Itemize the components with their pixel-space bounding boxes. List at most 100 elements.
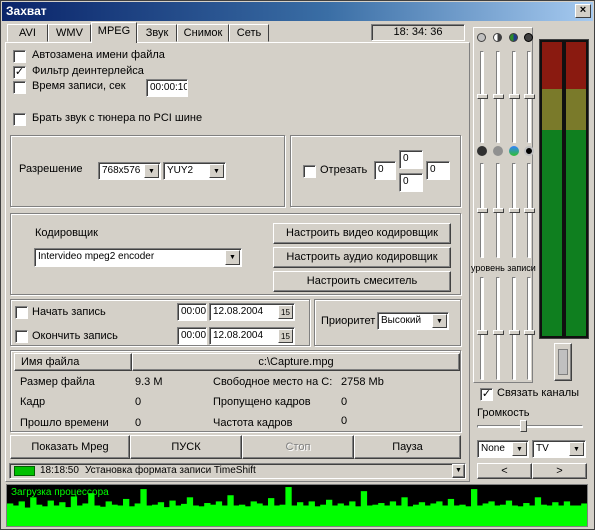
tab-wmv[interactable]: WMV [48, 24, 91, 42]
deinterlace-checkbox[interactable]: ✓ [13, 66, 26, 79]
cpu-load-bar [500, 504, 507, 526]
cpu-load-bar [273, 505, 281, 526]
cpu-load-bar [546, 505, 553, 526]
configure-mixer-button[interactable]: Настроить смеситель [273, 271, 451, 292]
record-level-slider-3[interactable] [512, 277, 516, 380]
calendar-icon[interactable]: 15 [278, 305, 293, 319]
end-record-checkbox[interactable] [15, 330, 28, 343]
calendar-icon[interactable]: 15 [278, 329, 293, 343]
cpu-load-bar [529, 505, 536, 526]
elapsed-time-label: Прошло времени [20, 417, 109, 429]
tab-avi[interactable]: AVI [7, 24, 48, 42]
resolution-size-select[interactable]: 768x576 ▼ [98, 162, 161, 180]
chevron-down-icon[interactable]: ▼ [225, 250, 240, 265]
resolution-format-value: YUY2 [167, 165, 194, 176]
end-time-input[interactable]: 00:00 [177, 327, 207, 345]
tab-mpeg[interactable]: MPEG [91, 22, 137, 43]
left-channel-meter [542, 42, 562, 336]
record-level-slider-3-thumb[interactable] [509, 330, 520, 335]
record-level-slider-1[interactable] [480, 277, 484, 380]
crop-left-input[interactable]: 0 [374, 161, 396, 180]
priority-select[interactable]: Высокий ▼ [377, 312, 449, 330]
prev-button[interactable]: < [477, 463, 532, 479]
tab-network[interactable]: Сеть [229, 24, 269, 42]
chevron-down-icon[interactable]: ▼ [569, 442, 584, 456]
cpu-load-bar [65, 507, 72, 526]
record-time-input[interactable]: 00:00:10 [146, 79, 188, 97]
auto-rename-checkbox[interactable] [13, 50, 26, 63]
record-level-slider-1-thumb[interactable] [477, 330, 488, 335]
crop-checkbox[interactable] [303, 165, 316, 178]
start-time-input[interactable]: 00:00 [177, 303, 207, 321]
crop-bottom-input[interactable]: 0 [399, 173, 423, 192]
tab-snapshot[interactable]: Снимок [177, 24, 229, 42]
chevron-down-icon[interactable]: ▼ [452, 464, 465, 478]
chevron-down-icon[interactable]: ▼ [432, 314, 447, 328]
cpu-load-bar [227, 495, 234, 526]
cpu-load-bar [360, 491, 368, 526]
balance-slider-thumb[interactable] [509, 208, 520, 213]
priority-label: Приоритет [321, 315, 376, 327]
configure-video-encoder-button[interactable]: Настроить видео кодировщик [273, 223, 451, 244]
brightness-icon [477, 33, 486, 42]
show-mpeg-button[interactable]: Показать Mpeg [10, 435, 130, 459]
hue-slider-thumb[interactable] [524, 94, 535, 99]
file-size-label: Размер файла [20, 376, 95, 388]
cpu-load-bar [47, 500, 54, 526]
record-level-slider-4-thumb[interactable] [524, 330, 535, 335]
close-icon[interactable]: × [575, 4, 591, 18]
volume-slider[interactable] [477, 425, 583, 428]
meter-slider-thumb[interactable] [554, 343, 572, 381]
pci-audio-checkbox[interactable] [13, 113, 26, 126]
cpu-load-bar [372, 504, 379, 526]
filename-value[interactable]: c:\Capture.mpg [132, 353, 460, 371]
resolution-format-select[interactable]: YUY2 ▼ [163, 162, 226, 180]
bass-slider-thumb[interactable] [477, 208, 488, 213]
chevron-down-icon[interactable]: ▼ [144, 164, 159, 178]
stop-button[interactable]: Стоп [242, 435, 354, 459]
cpu-load-bar [488, 501, 495, 526]
contrast-slider-thumb[interactable] [493, 94, 504, 99]
record-level-slider-2[interactable] [496, 277, 500, 380]
cpu-load-bar [308, 501, 315, 526]
tab-sound[interactable]: Звук [137, 24, 177, 42]
crop-right-input[interactable]: 0 [426, 161, 450, 180]
cpu-load-bar [233, 505, 240, 526]
cpu-load-bar [157, 502, 165, 526]
start-button[interactable]: ПУСК [130, 435, 242, 459]
start-date-input[interactable]: 12.08.2004 15 [209, 303, 295, 321]
chevron-down-icon[interactable]: ▼ [512, 442, 527, 456]
link-channels-checkbox[interactable]: ✓ [480, 388, 493, 401]
record-time-checkbox[interactable] [13, 81, 26, 94]
cpu-load-bar [111, 504, 118, 526]
start-record-checkbox[interactable] [15, 306, 28, 319]
cpu-load-bar [326, 499, 333, 526]
next-button[interactable]: > [532, 463, 587, 479]
source-value: TV [536, 443, 549, 454]
record-level-slider-4[interactable] [527, 277, 531, 380]
source-select[interactable]: TV ▼ [532, 440, 586, 458]
saturation-slider-thumb[interactable] [509, 94, 520, 99]
gain-slider-thumb[interactable] [524, 208, 535, 213]
chevron-down-icon[interactable]: ▼ [209, 164, 224, 178]
cpu-load-bar [204, 503, 211, 526]
chevron-left-icon: < [501, 465, 508, 477]
brightness-slider-thumb[interactable] [477, 94, 488, 99]
record-level-slider-2-thumb[interactable] [493, 330, 504, 335]
encoder-select[interactable]: Intervideo mpeg2 encoder ▼ [34, 248, 242, 267]
channel-mode-select[interactable]: None ▼ [477, 440, 529, 458]
cpu-load-bar [430, 503, 437, 526]
treble-slider-thumb[interactable] [493, 208, 504, 213]
chevron-right-icon: > [556, 465, 563, 477]
cpu-load-bar [401, 497, 408, 526]
end-date-input[interactable]: 12.08.2004 15 [209, 327, 295, 345]
cpu-load-bar [320, 504, 327, 526]
pause-button[interactable]: Пауза [354, 435, 461, 459]
configure-audio-encoder-button[interactable]: Настроить аудио кодировщик [273, 247, 451, 268]
bass-icon [477, 146, 487, 156]
cpu-load-bar [53, 505, 60, 526]
cpu-load-bar [436, 501, 443, 526]
resolution-label: Разрешение [19, 163, 83, 175]
crop-top-input[interactable]: 0 [399, 150, 423, 169]
volume-slider-thumb[interactable] [520, 420, 527, 432]
